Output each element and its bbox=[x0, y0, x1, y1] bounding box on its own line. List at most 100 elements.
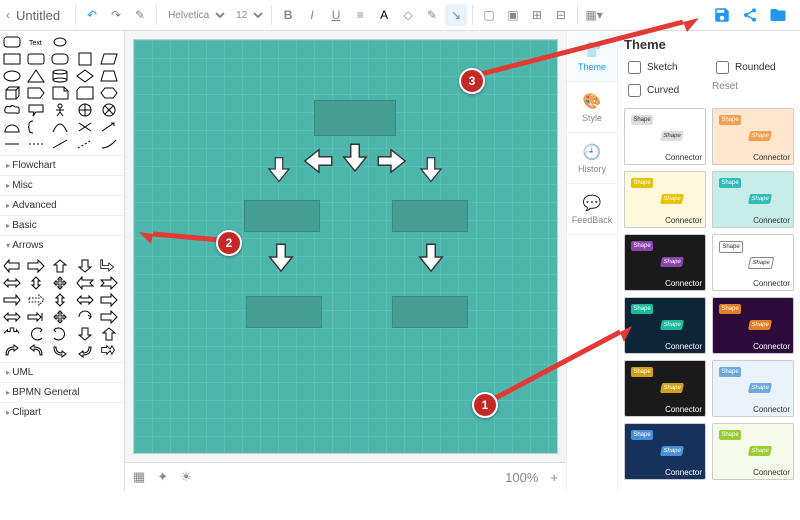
shape-conn2[interactable] bbox=[100, 137, 118, 151]
arrow-c5[interactable] bbox=[100, 310, 118, 324]
format-painter-button[interactable]: ✎ bbox=[129, 4, 151, 26]
diagram-node[interactable] bbox=[246, 296, 322, 328]
canvas-arrow-down[interactable] bbox=[338, 140, 372, 174]
layers-icon[interactable]: ✦ bbox=[157, 469, 168, 485]
save-icon[interactable] bbox=[712, 5, 732, 25]
rounded-checkbox[interactable] bbox=[716, 61, 729, 74]
tab-feedback[interactable]: 💬FeedBack bbox=[567, 184, 617, 235]
curved-checkbox[interactable] bbox=[628, 84, 641, 97]
shape-line-arrow[interactable] bbox=[100, 120, 118, 134]
shape-cube[interactable] bbox=[3, 86, 21, 100]
arrow-d1[interactable] bbox=[3, 327, 21, 341]
shape-parallelogram[interactable] bbox=[100, 52, 118, 66]
shape-triangle[interactable] bbox=[27, 69, 45, 83]
arrow-d5[interactable] bbox=[100, 327, 118, 341]
canvas-arrow-left[interactable] bbox=[302, 144, 336, 178]
theme-swatch[interactable]: ShapeShapeConnector bbox=[624, 234, 706, 291]
shape-text[interactable]: Text bbox=[27, 35, 45, 49]
arrow-b3[interactable] bbox=[51, 293, 69, 307]
font-family-select[interactable]: Helvetica bbox=[162, 7, 228, 24]
pages-icon[interactable]: ▦ bbox=[133, 469, 145, 485]
fill-color-button[interactable]: ◇ bbox=[397, 4, 419, 26]
category-basic[interactable]: Basic bbox=[0, 215, 124, 235]
shape-ellipse[interactable] bbox=[3, 69, 21, 83]
arrow-c2[interactable] bbox=[27, 310, 45, 324]
bold-button[interactable]: B bbox=[277, 4, 299, 26]
theme-swatch[interactable]: ShapeShapeConnector bbox=[712, 297, 794, 354]
category-advanced[interactable]: Advanced bbox=[0, 195, 124, 215]
shape-roundrect[interactable] bbox=[3, 35, 21, 49]
arrow-c3[interactable] bbox=[51, 310, 69, 324]
theme-swatch[interactable]: ShapeShapeConnector bbox=[624, 108, 706, 165]
shape-line-dash[interactable] bbox=[27, 137, 45, 151]
chevron-left-icon[interactable]: ‹ bbox=[6, 8, 10, 22]
diagram-node[interactable] bbox=[392, 200, 468, 232]
arrow-d3[interactable] bbox=[51, 327, 69, 341]
shape-blank1[interactable] bbox=[76, 35, 94, 49]
arrow-e3[interactable] bbox=[51, 344, 69, 358]
shape-halfcirc[interactable] bbox=[3, 120, 21, 134]
underline-button[interactable]: U bbox=[325, 4, 347, 26]
arrow-b1[interactable] bbox=[3, 293, 21, 307]
diagram-node[interactable] bbox=[314, 100, 396, 136]
shape-sum[interactable] bbox=[100, 103, 118, 117]
arrow-quad[interactable] bbox=[51, 276, 69, 290]
canvas-arrow-down[interactable] bbox=[414, 240, 448, 274]
shape-rounded[interactable] bbox=[27, 52, 45, 66]
arrow-lr[interactable] bbox=[3, 276, 21, 290]
arrow-e5[interactable] bbox=[100, 344, 118, 358]
reset-button[interactable]: Reset bbox=[712, 81, 794, 100]
category-clipart[interactable]: Clipart bbox=[0, 402, 124, 422]
canvas-arrow-down[interactable] bbox=[264, 152, 294, 186]
redo-button[interactable]: ↷ bbox=[105, 4, 127, 26]
shape-roundrect2[interactable] bbox=[51, 52, 69, 66]
arrow-d4[interactable] bbox=[76, 327, 94, 341]
document-title[interactable]: Untitled bbox=[16, 8, 60, 23]
theme-swatch[interactable]: ShapeShapeConnector bbox=[712, 423, 794, 480]
arrow-c4[interactable] bbox=[76, 310, 94, 324]
canvas-arrow-down[interactable] bbox=[264, 240, 298, 274]
arrow-d2[interactable] bbox=[27, 327, 45, 341]
theme-swatch[interactable]: ShapeShapeConnector bbox=[712, 108, 794, 165]
category-arrows[interactable]: Arrows bbox=[0, 235, 124, 255]
arrow-ud[interactable] bbox=[27, 276, 45, 290]
shape-card[interactable] bbox=[76, 86, 94, 100]
folder-icon[interactable] bbox=[768, 5, 788, 25]
shape-square[interactable] bbox=[76, 52, 94, 66]
italic-button[interactable]: I bbox=[301, 4, 323, 26]
diagram-node[interactable] bbox=[392, 296, 468, 328]
shape-hex[interactable] bbox=[100, 86, 118, 100]
shape-line1[interactable] bbox=[3, 137, 21, 151]
arrow-notch-l[interactable] bbox=[76, 276, 94, 290]
theme-swatch[interactable]: ShapeShapeConnector bbox=[712, 360, 794, 417]
zoom-level[interactable]: 100% bbox=[505, 470, 538, 485]
arrow-notch-r[interactable] bbox=[100, 276, 118, 290]
shape-callout[interactable] bbox=[27, 103, 45, 117]
shape-cylinder[interactable] bbox=[51, 69, 69, 83]
shape-cloud[interactable] bbox=[3, 103, 21, 117]
arrow-b4[interactable] bbox=[76, 293, 94, 307]
theme-swatch[interactable]: ShapeShapeConnector bbox=[624, 171, 706, 228]
shape-line2[interactable] bbox=[51, 137, 69, 151]
category-uml[interactable]: UML bbox=[0, 362, 124, 382]
theme-swatch[interactable]: ShapeShapeConnector bbox=[712, 171, 794, 228]
font-size-select[interactable]: 12 bbox=[230, 7, 266, 24]
font-color-button[interactable]: A bbox=[373, 4, 395, 26]
category-bpmn[interactable]: BPMN General bbox=[0, 382, 124, 402]
canvas-arrow-right[interactable] bbox=[374, 144, 408, 178]
shape-ellipse-sm[interactable] bbox=[51, 35, 69, 49]
arrow-e1[interactable] bbox=[3, 344, 21, 358]
canvas-arrow-down[interactable] bbox=[416, 152, 446, 186]
arrow-e2[interactable] bbox=[27, 344, 45, 358]
share-icon[interactable] bbox=[740, 5, 760, 25]
category-flowchart[interactable]: Flowchart bbox=[0, 155, 124, 175]
shape-rect[interactable] bbox=[3, 52, 21, 66]
option-curved[interactable]: Curved bbox=[624, 81, 706, 100]
align-button[interactable]: ≡ bbox=[349, 4, 371, 26]
shape-step[interactable] bbox=[27, 86, 45, 100]
brightness-icon[interactable]: ☀ bbox=[180, 469, 192, 485]
shape-bracket[interactable] bbox=[27, 120, 45, 134]
shape-actor[interactable] bbox=[51, 103, 69, 117]
shape-cross[interactable] bbox=[76, 120, 94, 134]
category-misc[interactable]: Misc bbox=[0, 175, 124, 195]
